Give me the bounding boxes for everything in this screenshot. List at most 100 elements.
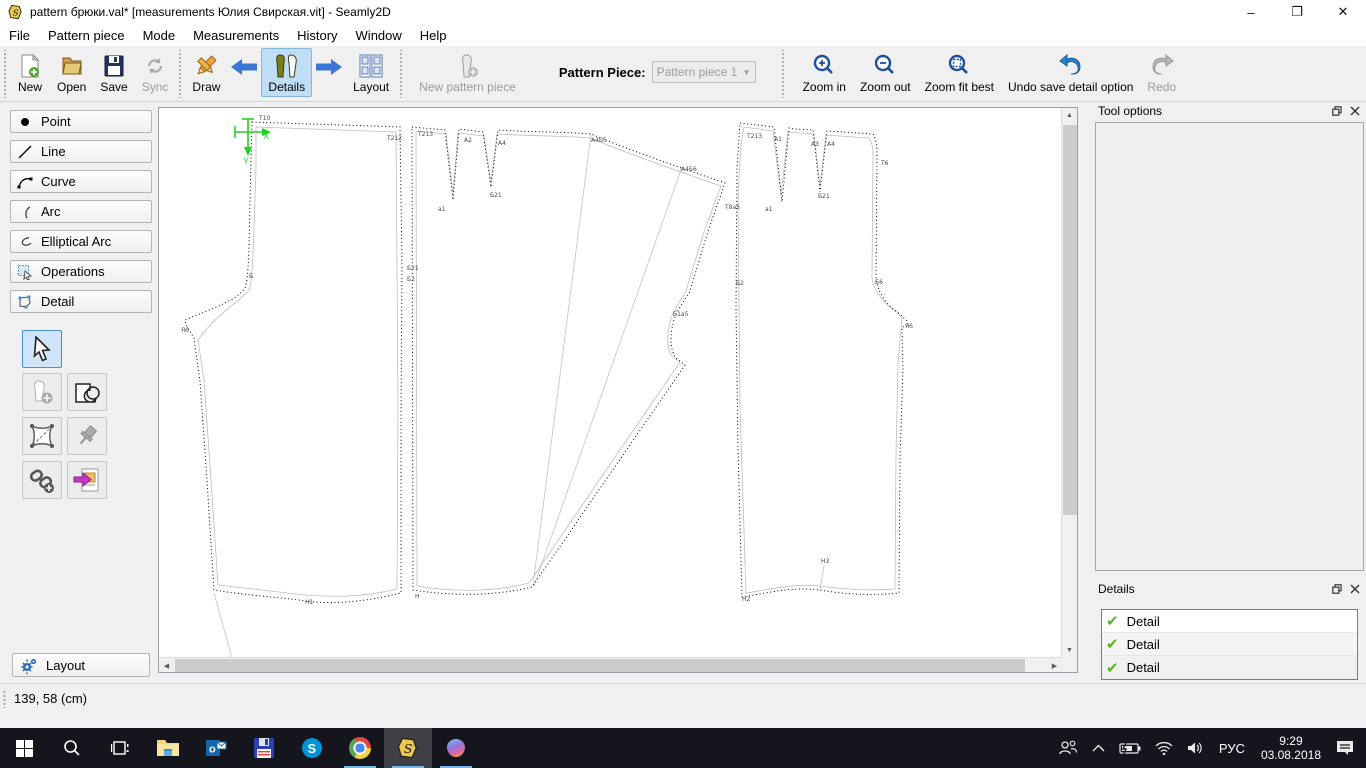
new-button[interactable]: New [10, 48, 50, 97]
scroll-up-arrow[interactable]: ▲ [1062, 108, 1077, 123]
layout-mode-button[interactable]: Layout [346, 48, 396, 97]
start-button[interactable] [0, 728, 48, 768]
redo-button[interactable]: Redo [1140, 48, 1183, 97]
category-elliptical-arc[interactable]: Elliptical Arc [10, 230, 152, 253]
battery-icon[interactable] [1112, 728, 1148, 768]
vertical-scrollbar[interactable]: ▲ ▼ [1061, 108, 1077, 658]
float-panel-icon[interactable] [1332, 583, 1342, 594]
taskbar: o S S РУС 9:29 03.08.2018 [0, 728, 1366, 768]
category-curve[interactable]: Curve [10, 170, 152, 193]
svg-text:Б2: Б2 [736, 280, 744, 287]
new-detail-tool-button[interactable] [22, 373, 62, 411]
svg-text:S: S [308, 741, 317, 756]
restore-button[interactable]: ❐ [1274, 0, 1320, 24]
category-operations[interactable]: Operations [10, 260, 152, 283]
float-panel-icon[interactable] [1332, 105, 1342, 116]
scroll-left-arrow[interactable]: ◀ [159, 658, 174, 673]
category-detail[interactable]: Detail [10, 290, 152, 313]
wifi-icon[interactable] [1148, 728, 1180, 768]
new-file-icon [19, 52, 41, 80]
skype-icon: S [302, 738, 322, 758]
union-details-tool-button[interactable] [67, 373, 107, 411]
seamly2d-icon: S [397, 737, 417, 759]
insert-nodes-tool-button[interactable] [22, 461, 62, 499]
arrow-tool-button[interactable] [22, 330, 62, 368]
volume-icon[interactable] [1180, 728, 1211, 768]
floppy-app-button[interactable] [240, 728, 288, 768]
seamly2d-taskbar-button[interactable]: S [384, 728, 432, 768]
minimize-button[interactable]: – [1228, 0, 1274, 24]
axis-x-label: X [263, 131, 269, 141]
zoom-out-button[interactable]: Zoom out [853, 48, 918, 97]
statusbar-handle [3, 690, 6, 708]
window-title: pattern брюки.val* [measurements Юлия Св… [30, 5, 391, 19]
svg-text:A3: A3 [811, 141, 819, 148]
clock[interactable]: 9:29 03.08.2018 [1253, 734, 1329, 762]
close-panel-icon[interactable] [1350, 106, 1360, 116]
details-mode-button[interactable]: Details [261, 48, 313, 97]
search-button[interactable] [48, 728, 96, 768]
menu-pattern-piece[interactable]: Pattern piece [39, 26, 134, 45]
draw-mode-button[interactable]: Draw [185, 48, 227, 97]
menu-help[interactable]: Help [411, 26, 456, 45]
pin-tool-button[interactable] [67, 417, 107, 455]
sync-button[interactable]: Sync [135, 48, 176, 97]
drawing-canvas[interactable]: X Y T10 T212 Б Я6 Н1 Б21 Б2 T213 a1 Б21 A2 A4 A4Б5 A4… [158, 107, 1078, 673]
svg-text:Н1: Н1 [305, 599, 314, 606]
floppy-disk-icon [254, 738, 274, 758]
close-button[interactable]: ✕ [1320, 0, 1366, 24]
save-button[interactable]: Save [93, 48, 134, 97]
open-button[interactable]: Open [50, 48, 93, 97]
search-icon [64, 740, 80, 756]
svg-text:Я6: Я6 [905, 323, 913, 330]
vertical-scroll-thumb[interactable] [1063, 125, 1077, 515]
export-details-tool-button[interactable] [67, 461, 107, 499]
construction-lines [213, 133, 825, 658]
language-indicator[interactable]: РУС [1211, 741, 1253, 756]
detail-list-item[interactable]: ✔ Detail [1102, 610, 1357, 633]
chrome-button[interactable] [336, 728, 384, 768]
detail-list-item[interactable]: ✔ Detail [1102, 633, 1357, 656]
action-center-icon[interactable] [1329, 728, 1366, 768]
seam-lines [197, 126, 903, 597]
date: 03.08.2018 [1260, 748, 1321, 762]
new-pattern-piece-button[interactable]: New pattern piece [412, 48, 523, 97]
menu-measurements[interactable]: Measurements [184, 26, 288, 45]
category-line[interactable]: Line [10, 140, 152, 163]
svg-text:A1: A1 [774, 136, 782, 143]
file-explorer-button[interactable] [144, 728, 192, 768]
balloon-app-button[interactable] [432, 728, 480, 768]
menu-mode[interactable]: Mode [134, 26, 185, 45]
horizontal-scroll-thumb[interactable] [175, 659, 1025, 672]
menu-window[interactable]: Window [347, 26, 411, 45]
scroll-right-arrow[interactable]: ▶ [1047, 658, 1062, 673]
layout-grid-icon [358, 52, 384, 80]
cursor-arrow-icon [33, 336, 51, 362]
task-view-button[interactable] [96, 728, 144, 768]
hidden-icons-chevron[interactable] [1085, 728, 1112, 768]
people-tray-icon[interactable] [1051, 728, 1085, 768]
save-floppy-icon [103, 52, 125, 80]
arc-icon [25, 205, 31, 218]
undo-button[interactable]: Undo save detail option [1001, 48, 1140, 97]
close-panel-icon[interactable] [1350, 584, 1360, 594]
svg-text:Т8а5: Т8а5 [724, 204, 740, 211]
outlook-button[interactable]: o [192, 728, 240, 768]
horizontal-scrollbar[interactable]: ◀ ▶ [159, 657, 1062, 672]
skype-button[interactable]: S [288, 728, 336, 768]
detail-list-item[interactable]: ✔ Detail [1102, 656, 1357, 679]
category-arc[interactable]: Arc [10, 200, 152, 223]
menu-file[interactable]: File [0, 26, 39, 45]
pattern-piece-select[interactable]: Pattern piece 1 ▼ [651, 61, 756, 83]
zoom-in-button[interactable]: Zoom in [796, 48, 853, 97]
open-folder-icon [60, 52, 84, 80]
zoom-fit-best-button[interactable]: Zoom fit best [918, 48, 1001, 97]
toolbar-separator [779, 50, 786, 98]
scroll-down-arrow[interactable]: ▼ [1062, 643, 1077, 658]
menu-history[interactable]: History [288, 26, 346, 45]
toolbar-separator [177, 50, 184, 98]
arrow-left-icon [231, 59, 258, 75]
layout-pages-button[interactable]: Layout [12, 653, 150, 677]
internal-path-tool-button[interactable] [22, 417, 62, 455]
category-point[interactable]: Point [10, 110, 152, 133]
